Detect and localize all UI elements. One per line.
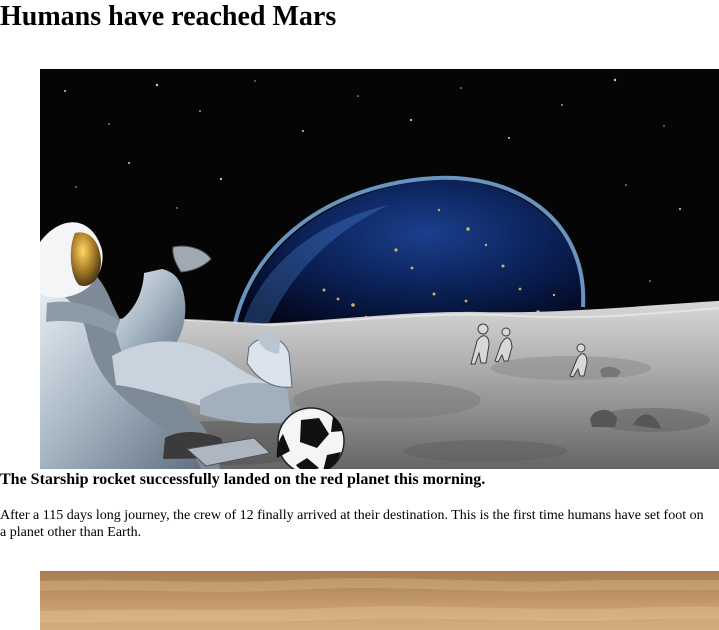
article-title: Humans have reached Mars xyxy=(0,1,337,32)
article-lead: The Starship rocket successfully landed … xyxy=(0,471,486,488)
mars-sky-image xyxy=(40,571,719,630)
astronaut-earth-surface-illustration xyxy=(40,69,719,469)
hero-image xyxy=(40,69,719,469)
secondary-image xyxy=(40,571,719,630)
article-page: Humans have reached Mars The Starship ro… xyxy=(0,0,719,630)
article-body: After a 115 days long journey, the crew … xyxy=(0,508,704,540)
